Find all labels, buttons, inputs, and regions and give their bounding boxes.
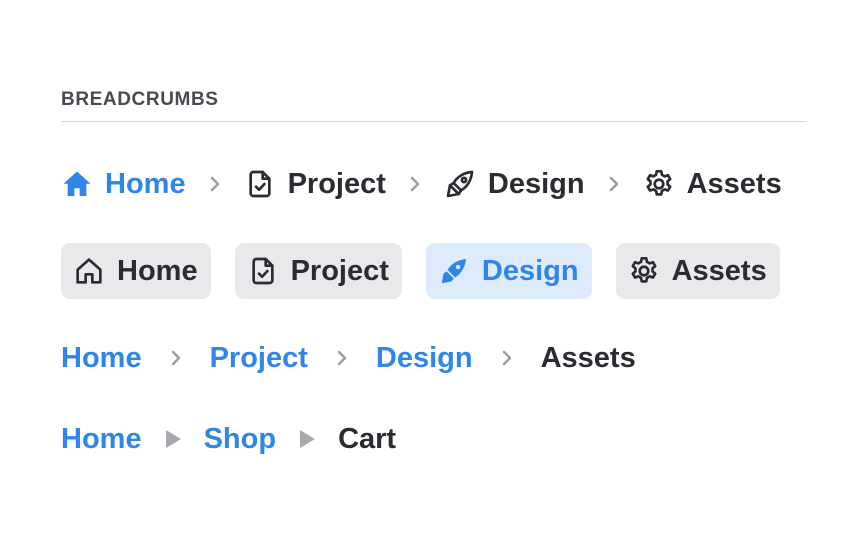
- chevron-right-icon: [142, 348, 210, 368]
- breadcrumb-pills: Home Project Design Assets: [61, 243, 780, 299]
- breadcrumb-label: Project: [290, 254, 389, 287]
- triangle-right-icon: [276, 428, 338, 450]
- breadcrumb-label: Home: [105, 167, 186, 200]
- breadcrumb-label: Assets: [686, 167, 782, 200]
- breadcrumb-shop: Home Shop Cart: [61, 417, 396, 461]
- breadcrumb-item-project[interactable]: Project: [244, 168, 386, 201]
- breadcrumb-label: Design: [487, 167, 585, 200]
- breadcrumb-label: Project: [287, 167, 386, 200]
- divider: [61, 121, 806, 122]
- breadcrumb-current-cart: Cart: [338, 422, 397, 455]
- breadcrumb-link-design[interactable]: Design: [376, 342, 473, 375]
- breadcrumb-label: Home: [117, 254, 198, 287]
- chevron-right-icon: [473, 348, 541, 368]
- breadcrumb-item-assets[interactable]: Assets: [643, 168, 782, 201]
- breadcrumb-link-home[interactable]: Home: [61, 342, 142, 375]
- breadcrumb-text: Home Project Design Assets: [61, 336, 636, 380]
- breadcrumb-link-shop[interactable]: Shop: [204, 423, 277, 456]
- breadcrumb-pill-home[interactable]: Home: [61, 243, 211, 299]
- chevron-right-icon: [386, 174, 444, 194]
- breadcrumb-label: Assets: [671, 254, 767, 287]
- chevron-right-icon: [186, 174, 244, 194]
- breadcrumb-pill-assets[interactable]: Assets: [615, 243, 780, 299]
- file-check-icon: [244, 168, 276, 200]
- breadcrumb-item-design[interactable]: Design: [444, 168, 585, 201]
- breadcrumb-pill-project[interactable]: Project: [234, 243, 402, 299]
- breadcrumb-pill-design[interactable]: Design: [425, 243, 592, 299]
- triangle-right-icon: [142, 428, 204, 450]
- breadcrumb-icons: Home Project Design Assets: [61, 162, 782, 206]
- pen-nib-icon: [444, 168, 476, 200]
- chevron-right-icon: [308, 348, 376, 368]
- chevron-right-icon: [585, 174, 643, 194]
- home-icon: [73, 255, 105, 287]
- breadcrumb-item-home[interactable]: Home: [61, 168, 186, 201]
- gear-icon: [628, 255, 660, 287]
- section-title: BREADCRUMBS: [61, 89, 219, 110]
- file-check-icon: [247, 255, 279, 287]
- breadcrumb-link-project[interactable]: Project: [210, 342, 308, 375]
- breadcrumb-current-assets: Assets: [540, 341, 636, 374]
- breadcrumb-link-home[interactable]: Home: [61, 423, 142, 456]
- breadcrumb-label: Design: [481, 254, 579, 287]
- gear-icon: [643, 168, 675, 200]
- pen-nib-icon: [438, 255, 470, 287]
- home-icon: [61, 168, 93, 200]
